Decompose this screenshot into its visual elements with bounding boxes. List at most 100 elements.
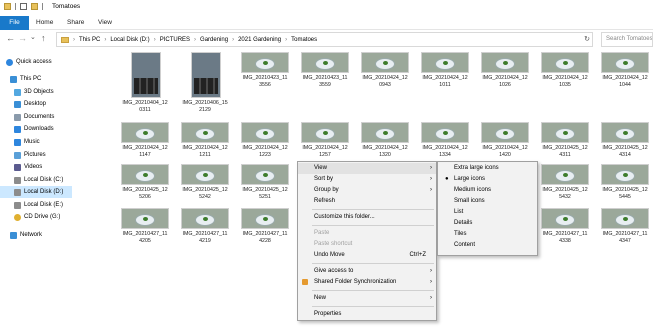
sidebar-item-pictures[interactable]: Pictures xyxy=(14,149,46,161)
image-thumbnail xyxy=(541,208,589,229)
breadcrumb-2021-gardening[interactable]: 2021 Gardening xyxy=(238,37,281,43)
menu-item-undo-move[interactable]: Undo Move Ctrl+Z xyxy=(298,250,436,261)
image-thumbnail xyxy=(121,208,169,229)
tab-home[interactable]: Home xyxy=(36,16,53,30)
breadcrumb-separator: › xyxy=(153,36,156,43)
menu-item-group-by[interactable]: Group by › xyxy=(298,185,436,196)
menu-item-paste-shortcut: Paste shortcut xyxy=(298,239,436,250)
submenu-item-tiles[interactable]: Tiles xyxy=(438,229,537,240)
folder-icon xyxy=(61,36,69,43)
file-item[interactable]: IMG_20210424_12 1026 xyxy=(475,50,535,108)
image-thumbnail xyxy=(421,122,469,143)
back-arrow-icon[interactable]: ← xyxy=(6,33,15,43)
breadcrumb-tomatoes[interactable]: Tomatoes xyxy=(291,37,317,43)
customize-toolbar-icon[interactable] xyxy=(42,3,43,10)
file-item[interactable]: IMG_20210424_12 1011 xyxy=(415,50,475,108)
menu-item-paste: Paste xyxy=(298,228,436,239)
image-thumbnail xyxy=(601,164,649,185)
file-item[interactable]: IMG_20210406_15 2129 xyxy=(175,50,235,113)
submenu-item-medium-icons[interactable]: Medium icons xyxy=(438,185,537,196)
file-item[interactable]: IMG_20210424_12 1044 xyxy=(595,50,653,108)
breadcrumb-pictures[interactable]: PICTURES xyxy=(160,37,190,43)
file-item[interactable]: IMG_20210427_11 4219 xyxy=(175,206,235,264)
pictures-icon xyxy=(14,151,21,159)
sidebar-item-network[interactable]: Network xyxy=(10,229,42,241)
breadcrumb-local-disk-d[interactable]: Local Disk (D:) xyxy=(110,37,149,43)
breadcrumb-this-pc[interactable]: This PC xyxy=(79,37,100,43)
menu-item-properties[interactable]: Properties xyxy=(298,309,436,320)
file-item[interactable]: IMG_20210427_11 4228 xyxy=(235,206,295,264)
menu-item-label: Customize this folder... xyxy=(314,214,375,220)
submenu-item-content[interactable]: Content xyxy=(438,240,537,251)
file-item[interactable]: IMG_20210404_12 0311 xyxy=(115,50,175,113)
file-name: IMG_20210423_11 3556 xyxy=(242,75,288,88)
chevron-right-icon: › xyxy=(430,176,432,182)
sidebar-item-this-pc[interactable]: This PC xyxy=(10,73,41,85)
context-menu: View › Sort by › Group by › Refresh Customi… xyxy=(297,161,437,321)
breadcrumb-separator: › xyxy=(232,36,235,43)
file-item[interactable]: IMG_20210427_11 4205 xyxy=(115,206,175,264)
submenu-item-large-icons[interactable]: ● Large icons xyxy=(438,174,537,185)
star-icon xyxy=(6,58,13,66)
recent-locations-icon[interactable]: ⌄ xyxy=(30,33,36,43)
up-arrow-icon[interactable]: ↑ xyxy=(41,33,46,43)
sidebar-item-videos[interactable]: Videos xyxy=(14,161,42,173)
file-item[interactable]: IMG_20210427_11 4338 xyxy=(535,206,595,264)
submenu-item-extra-large-icons[interactable]: Extra large icons xyxy=(438,163,537,174)
sidebar-item-label: Pictures xyxy=(24,152,46,158)
file-name: IMG_20210423_11 3559 xyxy=(302,75,348,88)
forward-arrow-icon[interactable]: → xyxy=(18,33,27,43)
sidebar-item-documents[interactable]: Documents xyxy=(14,111,54,123)
breadcrumb-gardening[interactable]: Gardening xyxy=(200,37,228,43)
address-bar[interactable]: › This PC › Local Disk (D:) › PICTURES ›… xyxy=(56,32,593,47)
menu-item-customize-folder[interactable]: Customize this folder... xyxy=(298,212,436,223)
chevron-right-icon: › xyxy=(430,279,432,285)
menu-item-label: New xyxy=(314,295,327,301)
sidebar-item-local-disk-d[interactable]: Local Disk (D:) xyxy=(0,186,72,198)
menu-item-sort-by[interactable]: Sort by › xyxy=(298,174,436,185)
search-input[interactable]: Search Tomatoes xyxy=(601,32,653,47)
sidebar-item-quick-access[interactable]: Quick access xyxy=(6,56,52,68)
refresh-icon[interactable]: ↻ xyxy=(584,35,590,43)
menu-item-view[interactable]: View › xyxy=(298,163,436,174)
file-item[interactable]: IMG_20210424_12 0943 xyxy=(355,50,415,108)
file-name: IMG_20210424_12 1223 xyxy=(242,145,288,158)
file-name: IMG_20210424_12 1044 xyxy=(602,75,648,88)
shortcut-label: Ctrl+Z xyxy=(409,252,427,258)
sidebar-item-local-disk-c[interactable]: Local Disk (C:) xyxy=(14,174,63,186)
properties-icon[interactable] xyxy=(20,3,27,10)
file-item[interactable]: IMG_20210427_11 4347 xyxy=(595,206,653,264)
file-item[interactable]: IMG_20210423_11 3559 xyxy=(295,50,355,108)
sidebar-item-3d-objects[interactable]: 3D Objects xyxy=(14,86,54,98)
address-row: ← → ⌄ ↑ › This PC › Local Disk (D:) › PI… xyxy=(0,30,653,48)
new-folder-icon[interactable] xyxy=(31,3,38,10)
menu-item-label: Shared Folder Synchronization xyxy=(314,279,397,285)
menu-item-give-access-to[interactable]: Give access to › xyxy=(298,266,436,277)
menu-item-refresh[interactable]: Refresh xyxy=(298,196,436,207)
documents-icon xyxy=(14,113,21,121)
image-thumbnail xyxy=(301,52,349,73)
sidebar-item-music[interactable]: Music xyxy=(14,136,40,148)
menu-item-shared-folder-sync[interactable]: Shared Folder Synchronization › xyxy=(298,277,436,288)
submenu-item-small-icons[interactable]: Small icons xyxy=(438,196,537,207)
tab-view[interactable]: View xyxy=(98,16,112,30)
submenu-item-list[interactable]: List xyxy=(438,207,537,218)
submenu-item-details[interactable]: Details xyxy=(438,218,537,229)
image-thumbnail xyxy=(541,122,589,143)
file-item[interactable]: IMG_20210423_11 3556 xyxy=(235,50,295,108)
sidebar-item-cd-drive-g[interactable]: CD Drive (G:) xyxy=(14,211,60,223)
image-thumbnail xyxy=(601,122,649,143)
sidebar-item-downloads[interactable]: Downloads xyxy=(14,123,54,135)
sidebar-item-local-disk-e[interactable]: Local Disk (E:) xyxy=(14,199,63,211)
file-item[interactable]: IMG_20210424_12 1035 xyxy=(535,50,595,108)
image-thumbnail xyxy=(601,52,649,73)
sidebar-item-desktop[interactable]: Desktop xyxy=(14,98,46,110)
menu-item-new[interactable]: New › xyxy=(298,293,436,304)
file-name: IMG_20210425_12 5206 xyxy=(122,187,168,200)
navigation-pane: Quick access This PC 3D Objects Desktop … xyxy=(0,52,72,330)
image-thumbnail xyxy=(361,122,409,143)
tab-file[interactable]: File xyxy=(0,16,29,30)
tab-share[interactable]: Share xyxy=(67,16,84,30)
drive-icon xyxy=(14,201,21,209)
breadcrumb-separator: › xyxy=(285,36,288,43)
